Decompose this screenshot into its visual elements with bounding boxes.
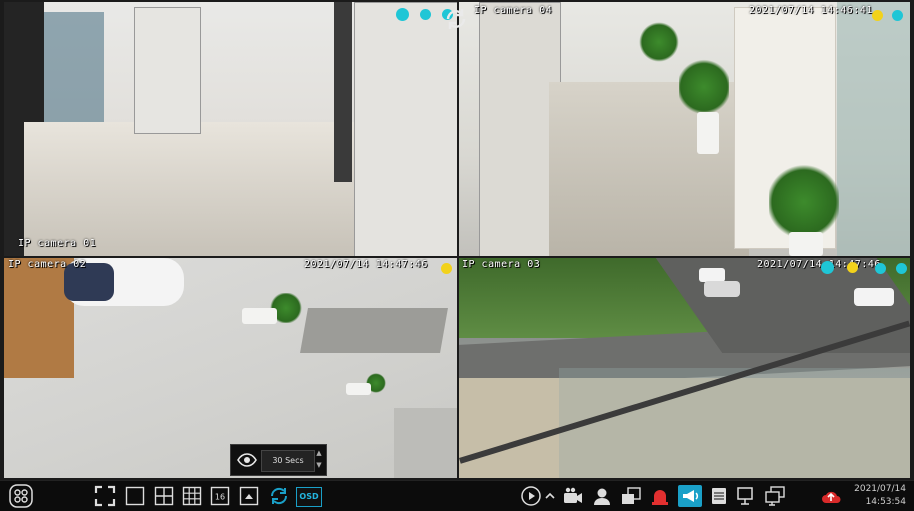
sequence-icon (270, 487, 288, 505)
alarm-indicator-icon (892, 10, 903, 21)
single-view-icon (125, 486, 145, 506)
motion-indicator-icon (396, 8, 409, 21)
bottom-toolbar: 16 OSD 2021/07/14 14:53:54 (0, 480, 914, 511)
video-camera-icon (564, 487, 582, 503)
car (854, 288, 894, 306)
cloud-upgrade-button[interactable] (820, 485, 842, 507)
custom-layout-icon (239, 486, 259, 506)
network-button[interactable] (735, 485, 757, 507)
alarm-indicator-icon (847, 262, 858, 273)
alarm-light-icon (652, 490, 668, 505)
monitor-icon (765, 486, 785, 506)
layout-9-button[interactable] (181, 485, 203, 507)
plant-pot (242, 308, 277, 324)
camera-tile-1[interactable]: IP camera 01 (4, 2, 457, 256)
svg-text:16: 16 (215, 493, 225, 502)
plant (679, 57, 729, 117)
audio-broadcast-button[interactable] (678, 485, 702, 507)
alarm-button[interactable] (649, 485, 671, 507)
play-icon (521, 486, 541, 506)
glass-railing (559, 368, 910, 478)
chevron-up-icon (545, 492, 555, 499)
camera-timestamp: 2021/07/14 14:47:46 (757, 259, 881, 270)
dwell-up-arrow-icon[interactable]: ▲ (314, 448, 324, 459)
camera-grid: IP camera 01 IP camera 04 2021/07/14 14:… (0, 0, 914, 480)
start-menu-icon (9, 484, 33, 508)
expand-button[interactable] (543, 485, 557, 507)
camera-label: IP camera 03 (462, 259, 541, 270)
plant (639, 22, 679, 62)
motion-indicator-icon (821, 261, 834, 274)
osd-button[interactable]: OSD (296, 487, 322, 507)
sequence-button[interactable] (268, 485, 290, 507)
door-frame (334, 2, 352, 182)
record-indicator-icon (875, 263, 886, 274)
car (699, 268, 725, 282)
eye-icon[interactable] (237, 451, 257, 469)
camera-label: IP camera 02 (8, 259, 87, 270)
layout-4-button[interactable] (153, 485, 175, 507)
camera-label: IP camera 01 (18, 238, 97, 249)
network-icon (737, 487, 753, 505)
sequence-dwell-control: 30 Secs ▲ ▼ (230, 444, 327, 476)
plant-pot (789, 232, 823, 256)
pillar (134, 7, 201, 134)
nine-view-icon (182, 486, 202, 506)
playback-button[interactable] (520, 485, 542, 507)
disk-indicator-icon (896, 263, 907, 274)
manual-record-button[interactable] (562, 485, 584, 507)
quad-view-icon (154, 486, 174, 506)
camera-label: IP camera 04 (474, 5, 553, 16)
motion-indicator-icon (872, 10, 883, 21)
dwell-time-value[interactable]: 30 Secs (261, 450, 315, 472)
megaphone-icon (683, 490, 699, 502)
floor (24, 122, 354, 256)
snapshot-icon (622, 487, 641, 504)
camera-timestamp: 2021/07/14 14:46:41 (749, 5, 873, 16)
fullscreen-icon (94, 485, 116, 507)
clock-time: 14:53:54 (865, 497, 906, 507)
car (704, 281, 740, 297)
partition (300, 308, 448, 353)
glass-partition (837, 2, 910, 256)
refresh-icon[interactable] (443, 6, 469, 32)
fullscreen-button[interactable] (94, 485, 116, 507)
clock-date: 2021/07/14 (854, 484, 906, 494)
plant-pot (346, 383, 371, 395)
storage-button[interactable] (708, 485, 730, 507)
dwell-down-arrow-icon[interactable]: ▼ (314, 460, 324, 471)
wall-panel (354, 2, 457, 256)
camera-tile-2[interactable]: IP camera 04 2021/07/14 14:46:41 (459, 2, 910, 256)
custom-layout-button[interactable] (238, 485, 260, 507)
system-clock: 2021/07/14 14:53:54 (854, 483, 906, 509)
start-menu-button[interactable] (8, 483, 34, 509)
layout-16-button[interactable]: 16 (209, 485, 231, 507)
disk-icon (712, 488, 726, 504)
camera-timestamp: 2021/07/14 14:47:46 (304, 259, 428, 270)
plant-pot (697, 112, 719, 154)
cabinet (394, 408, 457, 478)
alarm-indicator-icon (420, 9, 431, 20)
layout-1-button[interactable] (124, 485, 146, 507)
face-detection-button[interactable] (591, 485, 613, 507)
camera-tile-4[interactable]: IP camera 03 2021/07/14 14:47:46 (459, 258, 910, 478)
remote-view-button[interactable] (764, 485, 786, 507)
motion-indicator-icon (441, 263, 452, 274)
snapshot-button[interactable] (620, 485, 642, 507)
cloud-upload-icon (822, 491, 841, 503)
plant (769, 162, 839, 242)
user-icon (594, 488, 610, 505)
sixteen-view-icon: 16 (210, 486, 230, 506)
